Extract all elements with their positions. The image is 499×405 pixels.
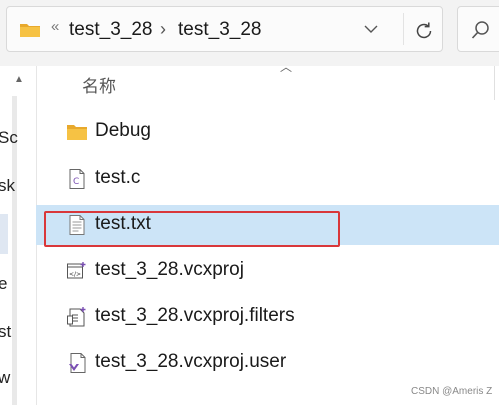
nav-item-label[interactable]: e (0, 274, 7, 294)
folder-icon (20, 24, 40, 37)
address-bar[interactable]: « test_3_28 › test_3_28 (6, 6, 443, 52)
address-toolbar: « test_3_28 › test_3_28 (0, 0, 499, 66)
svg-text:C: C (73, 177, 79, 187)
list-item[interactable]: test_3_28.vcxproj.user (36, 343, 499, 383)
refresh-icon[interactable] (413, 20, 435, 42)
nav-item-label[interactable]: st (0, 322, 11, 342)
chevron-down-icon[interactable] (364, 24, 378, 34)
navigation-pane[interactable]: ▲ Sc sk e st w (0, 66, 37, 405)
folder-icon (67, 125, 87, 140)
vcxproj-filters-file-icon (67, 307, 86, 327)
highlight-annotation (44, 211, 340, 247)
list-item[interactable]: test_3_28.vcxproj.filters (36, 297, 499, 337)
search-input[interactable] (457, 6, 499, 52)
svg-text:</>: </> (69, 271, 81, 278)
sort-ascending-icon: ︿ (280, 60, 293, 74)
nav-selected-indicator (0, 214, 8, 254)
nav-item-label[interactable]: w (0, 368, 10, 388)
list-item[interactable]: Debug (36, 112, 499, 152)
overflow-chevron[interactable]: « (51, 18, 59, 35)
column-divider[interactable] (494, 66, 495, 100)
vcxproj-user-file-icon (69, 353, 86, 373)
file-name: test_3_28.vcxproj (95, 259, 244, 280)
breadcrumb-item[interactable]: test_3_28 (69, 19, 152, 41)
watermark: CSDN @Ameris Z (411, 386, 493, 397)
search-icon (471, 21, 489, 39)
divider (403, 13, 404, 45)
breadcrumb-item[interactable]: test_3_28 (178, 19, 261, 41)
column-header-name[interactable]: 名称 (82, 72, 116, 97)
nav-item-label[interactable]: Sc (0, 128, 18, 148)
file-name: test_3_28.vcxproj.filters (95, 305, 295, 326)
c-source-file-icon: C (69, 169, 85, 189)
list-item[interactable]: </> test_3_28.vcxproj (36, 251, 499, 291)
vcxproj-file-icon: </> (67, 262, 86, 279)
file-name: test.c (95, 167, 141, 188)
file-name: Debug (95, 120, 151, 141)
list-item[interactable]: C test.c (36, 159, 499, 199)
scroll-up-icon[interactable]: ▲ (14, 74, 24, 85)
file-name: test_3_28.vcxproj.user (95, 351, 287, 372)
breadcrumb-separator-icon[interactable]: › (160, 19, 166, 40)
nav-item-label[interactable]: sk (0, 176, 15, 196)
